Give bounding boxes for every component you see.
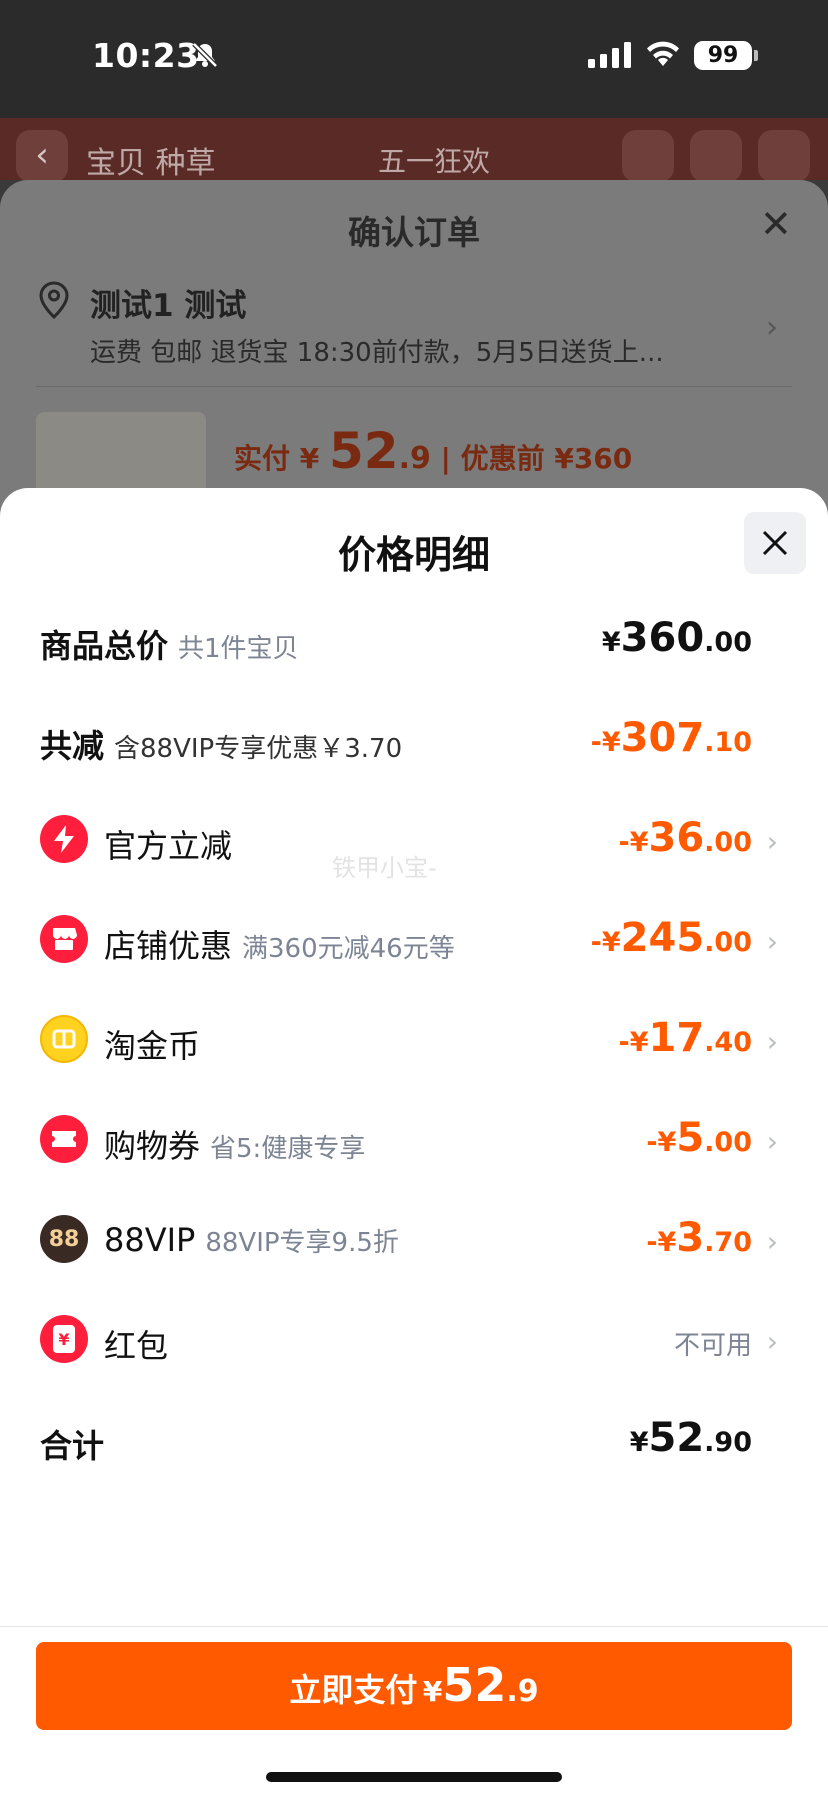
close-icon bbox=[762, 530, 788, 556]
background-page-header: ‹ 宝贝 种草 五一狂欢 bbox=[0, 118, 828, 182]
paid-label: 实付 ¥ bbox=[234, 442, 320, 475]
row-official-discount[interactable]: 官方立减 -¥36.00 › bbox=[0, 799, 828, 879]
status-bar: 10:23 99 bbox=[0, 0, 828, 118]
home-indicator bbox=[266, 1772, 562, 1782]
red-packet-icon: ¥ bbox=[40, 1315, 88, 1363]
chevron-right-icon: › bbox=[766, 310, 778, 345]
row-label: 商品总价 共1件宝贝 bbox=[40, 627, 299, 665]
wifi-icon bbox=[647, 41, 679, 66]
bell-muted-icon bbox=[192, 42, 218, 68]
row-label: 红包 bbox=[104, 1327, 169, 1365]
chevron-right-icon: › bbox=[766, 1125, 778, 1158]
row-label: 淘金币 bbox=[104, 1027, 201, 1065]
status-time: 10:23 bbox=[92, 36, 200, 75]
vip-88-icon: 88 bbox=[40, 1215, 88, 1263]
pay-button-label: 立即支付 bbox=[289, 1671, 418, 1709]
address-detail[interactable]: 运费 包邮 退货宝 18:30前付款，5月5日送货上... bbox=[90, 332, 664, 369]
cellular-signal-icon bbox=[588, 42, 631, 68]
chevron-right-icon: › bbox=[766, 1025, 778, 1058]
share-icon bbox=[622, 130, 674, 182]
paid-int: 52 bbox=[328, 422, 399, 480]
row-amount: -¥5.00 bbox=[646, 1115, 752, 1161]
battery-tip bbox=[754, 50, 758, 61]
cart-icon bbox=[690, 130, 742, 182]
row-sub: 共1件宝贝 bbox=[178, 634, 299, 664]
coin-icon bbox=[40, 1015, 88, 1063]
row-sub: 含88VIP专享优惠￥3.70 bbox=[114, 734, 403, 764]
order-sheet-title: 确认订单 bbox=[348, 213, 480, 252]
row-amount: -¥17.40 bbox=[618, 1015, 752, 1061]
row-amount: -¥3.70 bbox=[646, 1215, 752, 1261]
row-taojinbi[interactable]: 淘金币 -¥17.40 › bbox=[0, 999, 828, 1079]
row-total-discount: 共减 含88VIP专享优惠￥3.70 -¥307.10 bbox=[0, 699, 828, 779]
row-label: 88VIP 88VIP专享9.5折 bbox=[104, 1221, 399, 1259]
background-shop-title: 五一狂欢 bbox=[378, 145, 491, 178]
row-label: 合计 bbox=[40, 1427, 105, 1465]
row-total: 合计 ¥52.90 bbox=[0, 1399, 828, 1479]
close-button[interactable] bbox=[744, 512, 806, 574]
row-label: 官方立减 bbox=[104, 827, 233, 865]
lightning-icon bbox=[40, 815, 88, 863]
price-detail-panel: 价格明细 铁甲小宝- 商品总价 共1件宝贝 ¥360.00 共减 含88VIP专享优… bbox=[0, 488, 828, 1795]
order-close-icon[interactable]: ✕ bbox=[760, 202, 792, 246]
row-sub: 88VIP专享9.5折 bbox=[205, 1228, 399, 1258]
pay-button-content: 立即支付 ¥52.9 bbox=[36, 1658, 792, 1712]
chevron-right-icon: › bbox=[766, 825, 778, 858]
divider bbox=[36, 386, 792, 387]
row-status: 不可用 bbox=[673, 1331, 752, 1361]
before-discount: | 优惠前 ¥360 bbox=[440, 442, 633, 475]
row-goods-total: 商品总价 共1件宝贝 ¥360.00 bbox=[0, 599, 828, 679]
ticket-icon bbox=[40, 1115, 88, 1163]
row-shop-discount[interactable]: 店铺优惠 满360元减46元等 -¥245.00 › bbox=[0, 899, 828, 979]
row-amount: ¥52.90 bbox=[629, 1415, 752, 1461]
battery-level: 99 bbox=[694, 41, 752, 70]
pay-button-int: 52 bbox=[442, 1658, 507, 1712]
row-shopping-voucher[interactable]: 购物券 省5:健康专享 -¥5.00 › bbox=[0, 1099, 828, 1179]
chevron-right-icon: › bbox=[766, 1325, 778, 1358]
row-label: 共减 含88VIP专享优惠￥3.70 bbox=[40, 727, 403, 765]
background-page-title: 宝贝 种草 bbox=[86, 146, 216, 181]
row-red-packet[interactable]: ¥ 红包 不可用 › bbox=[0, 1299, 828, 1379]
row-label: 购物券 省5:健康专享 bbox=[104, 1127, 366, 1165]
red-packet-symbol: ¥ bbox=[53, 1325, 75, 1353]
pay-button-dec: .9 bbox=[506, 1674, 539, 1709]
location-pin-icon bbox=[39, 281, 69, 320]
more-icon bbox=[758, 130, 810, 182]
chevron-right-icon: › bbox=[766, 1225, 778, 1258]
row-amount: -¥36.00 bbox=[618, 815, 752, 861]
row-88vip[interactable]: 88 88VIP 88VIP专享9.5折 -¥3.70 › bbox=[0, 1199, 828, 1279]
row-amount: ¥360.00 bbox=[601, 615, 752, 661]
row-amount: -¥245.00 bbox=[590, 915, 752, 961]
chevron-right-icon: › bbox=[766, 925, 778, 958]
shop-icon bbox=[40, 915, 88, 963]
address-name[interactable]: 测试1 测试 bbox=[90, 280, 246, 325]
panel-title: 价格明细 bbox=[337, 533, 490, 577]
row-sub: 省5:健康专享 bbox=[210, 1134, 366, 1164]
row-amount: -¥307.10 bbox=[590, 715, 752, 761]
paid-dec: .9 bbox=[398, 441, 431, 476]
back-button: ‹ bbox=[16, 130, 68, 182]
row-sub: 满360元减46元等 bbox=[242, 934, 455, 964]
divider bbox=[0, 1626, 828, 1627]
confirm-order-sheet: 确认订单 ✕ 测试1 测试 运费 包邮 退货宝 18:30前付款，5月5日送货上… bbox=[0, 180, 828, 520]
pay-button-currency: ¥ bbox=[422, 1675, 443, 1708]
row-label: 店铺优惠 满360元减46元等 bbox=[104, 927, 455, 965]
paid-amount: 实付 ¥ 52.9 | 优惠前 ¥360 bbox=[234, 422, 632, 480]
pay-now-button[interactable]: 立即支付 ¥52.9 bbox=[36, 1642, 792, 1730]
